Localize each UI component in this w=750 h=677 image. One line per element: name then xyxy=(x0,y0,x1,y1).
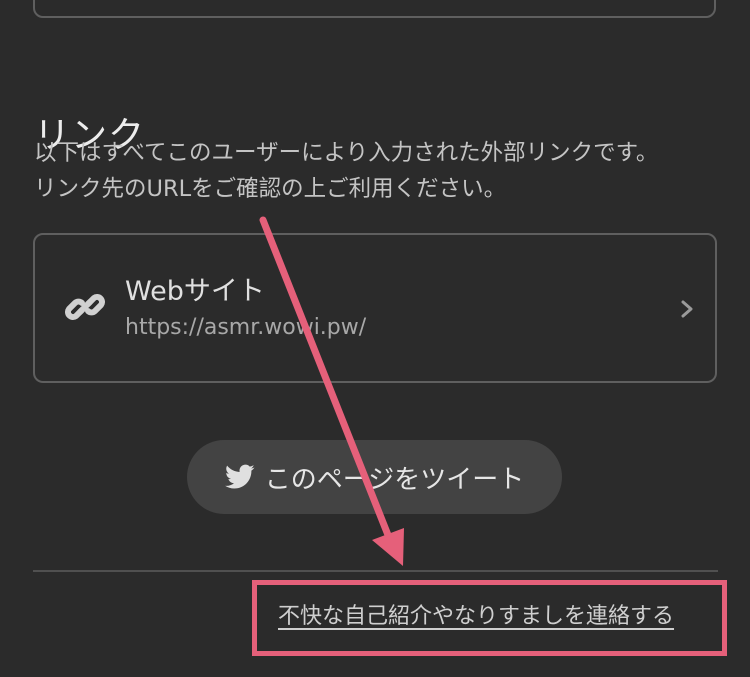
tweet-page-button[interactable]: このページをツイート xyxy=(187,440,562,514)
tweet-button-label: このページをツイート xyxy=(264,464,525,495)
profile-page: リンク 以下はすべてこのユーザーにより入力された外部リンクです。 リンク先のUR… xyxy=(0,0,750,677)
link-url: https://asmr.wowi.pw/ xyxy=(125,315,367,340)
link-title: Webサイト xyxy=(125,276,265,307)
chevron-right-icon xyxy=(681,300,693,318)
annotation-highlight-box xyxy=(252,580,727,656)
section-description: 以下はすべてこのユーザーにより入力された外部リンクです。 リンク先のURLをご確… xyxy=(34,135,724,207)
website-link-card[interactable]: Webサイト https://asmr.wowi.pw/ xyxy=(33,233,717,383)
twitter-bird-icon xyxy=(224,464,255,489)
description-line-1: 以下はすべてこのユーザーにより入力された外部リンクです。 xyxy=(34,140,659,166)
description-line-2: リンク先のURLをご確認の上ご利用ください。 xyxy=(34,176,507,202)
previous-card xyxy=(33,0,716,18)
divider xyxy=(33,570,718,572)
link-icon xyxy=(65,294,105,320)
